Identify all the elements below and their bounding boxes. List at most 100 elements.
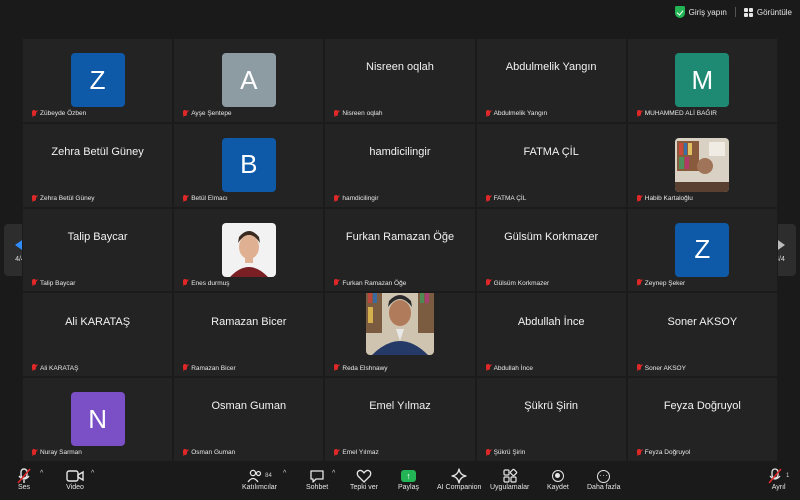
participants-options-chevron-icon[interactable]: ^ (283, 470, 286, 477)
participant-tile[interactable]: Abdullah İnce Abdullah İnce (475, 292, 627, 378)
participant-display-name: hamdicilingir (369, 145, 431, 158)
video-button[interactable]: Video (66, 468, 84, 491)
view-button[interactable]: Görüntüle (743, 7, 792, 17)
participant-display-name: FATMA ÇİL (523, 145, 579, 158)
meeting-toolbar: Ses ^ Video ^ 84 Katılımcılar ^ Sohbet ^… (0, 464, 800, 500)
participant-tile[interactable]: Furkan Ramazan Öğe Furkan Ramazan Öğe (324, 207, 476, 293)
participant-name: Osman Guman (191, 449, 236, 457)
participant-tile[interactable]: Ramazan Bicer Ramazan Bicer (173, 292, 325, 378)
reactions-button[interactable]: Tepki ver (350, 468, 378, 491)
participant-nameplate: Ali KARATAŞ (31, 364, 78, 372)
mic-muted-icon (31, 448, 37, 457)
chat-options-chevron-icon[interactable]: ^ (332, 470, 335, 477)
more-button[interactable]: ··· Daha fazla (587, 468, 620, 491)
audio-label: Ses (17, 484, 31, 491)
participant-nameplate: Furkan Ramazan Öğe (333, 279, 406, 287)
participant-nameplate: Habib Kartaloğlu (636, 194, 693, 203)
participant-tile[interactable]: Z Zeynep Şeker (626, 207, 778, 293)
participant-nameplate: Nuray Sarman (31, 448, 82, 457)
share-button[interactable]: ↑ Paylaş (398, 468, 419, 491)
participant-tile[interactable]: Osman Guman Osman Guman (173, 377, 325, 462)
participant-tile[interactable]: Nisreen oqlah Nisreen oqlah (324, 38, 476, 123)
participant-display-name: Abdulmelik Yangın (505, 61, 597, 74)
participant-display-name: Soner AKSOY (667, 315, 738, 328)
divider (734, 7, 736, 17)
participant-name: Habib Kartaloğlu (644, 195, 693, 203)
participant-nameplate: Soner AKSOY (636, 364, 686, 372)
participant-tile[interactable]: Feyza Doğruyol Feyza Doğruyol (626, 377, 778, 462)
participants-button[interactable]: 84 Katılımcılar (242, 468, 277, 491)
participant-tile[interactable]: N Nuray Sarman (22, 377, 174, 462)
participant-display-name: Emel Yılmaz (369, 400, 431, 413)
participant-nameplate: hamdicilingir (333, 194, 379, 203)
participant-display-name: Feyza Doğruyol (663, 400, 741, 413)
participant-name: Reda Elshnawy (342, 364, 388, 372)
video-gallery: Z Zübeyde Özben A Ayşe Şentepe Nisreen oqlah… (22, 38, 778, 462)
participant-name: Zübeyde Özben (40, 110, 87, 118)
audio-button[interactable]: Ses (17, 468, 31, 491)
participant-tile[interactable]: Zehra Betül Güney Zehra Betül Güney (22, 122, 174, 208)
ai-companion-button[interactable]: AI Companion (437, 468, 481, 491)
view-label: Görüntüle (756, 7, 792, 17)
leave-button[interactable]: 1 Ayrıl (768, 468, 789, 491)
participant-tile[interactable]: Emel Yılmaz Emel Yılmaz (324, 377, 476, 462)
participant-tile[interactable]: Talip Baycar Talip Baycar (22, 207, 174, 293)
mic-muted-icon (636, 109, 642, 118)
participant-nameplate: Enes durmuş (182, 279, 229, 287)
participant-name: Ramazan Bicer (191, 364, 236, 372)
mic-muted-icon (182, 194, 188, 203)
participant-nameplate: Şükrü Şirin (485, 448, 525, 457)
participant-name: hamdicilingir (342, 195, 379, 203)
participant-tile[interactable]: Reda Elshnawy (324, 292, 476, 378)
share-label: Paylaş (398, 484, 420, 491)
participant-tile[interactable]: Şükrü Şirin Şükrü Şirin (475, 377, 627, 462)
sign-in-button[interactable]: Giriş yapın (674, 6, 727, 18)
participant-tile[interactable]: Abdulmelik Yangın Abdulmelik Yangın (475, 38, 627, 123)
participant-name: Abdullah İnce (493, 364, 533, 372)
chat-bubble-icon (309, 468, 325, 484)
participant-nameplate: Ayşe Şentepe (182, 109, 232, 118)
mic-muted-icon (636, 448, 642, 457)
participant-tile[interactable]: Gülsüm Korkmazer Gülsüm Korkmazer (475, 207, 627, 293)
participant-tile[interactable]: Habib Kartaloğlu (626, 122, 778, 208)
avatar: Z (675, 222, 730, 277)
participant-name: Zeynep Şeker (644, 279, 686, 287)
video-label: Video (66, 484, 84, 491)
participant-tile[interactable]: hamdicilingir hamdicilingir (324, 122, 476, 208)
chat-button[interactable]: Sohbet (306, 468, 328, 491)
participant-tile[interactable]: FATMA ÇİL FATMA ÇİL (475, 122, 627, 208)
participant-display-name: Ramazan Bicer (211, 315, 287, 328)
heart-icon (356, 468, 372, 484)
record-label: Kaydet (547, 484, 569, 491)
participant-tile[interactable]: Enes durmuş (173, 207, 325, 293)
participant-tile[interactable]: B Betül Elmacı (173, 122, 325, 208)
sign-in-label: Giriş yapın (688, 7, 727, 17)
participant-nameplate: Nisreen oqlah (333, 109, 382, 118)
participant-display-name: Şükrü Şirin (524, 400, 579, 413)
mic-muted-icon (333, 279, 339, 287)
mic-muted-icon (17, 468, 31, 484)
participant-display-name: Abdullah İnce (517, 315, 585, 328)
participant-tile[interactable]: Soner AKSOY Soner AKSOY (626, 292, 778, 378)
record-button[interactable]: Kaydet (547, 468, 569, 491)
participant-name: Feyza Doğruyol (644, 449, 691, 457)
audio-options-chevron-icon[interactable]: ^ (40, 470, 43, 477)
mic-muted-icon (485, 364, 491, 372)
share-screen-icon: ↑ (401, 468, 416, 484)
participant-tile[interactable]: Z Zübeyde Özben (22, 38, 174, 123)
participant-nameplate: MUHAMMED ALİ BAĞIR (636, 109, 717, 118)
video-options-chevron-icon[interactable]: ^ (91, 470, 94, 477)
participant-display-name: Gülsüm Korkmazer (504, 230, 599, 243)
participant-nameplate: Osman Guman (182, 448, 236, 457)
participant-nameplate: Gülsüm Korkmazer (485, 279, 549, 287)
participant-name: FATMA ÇİL (493, 195, 527, 203)
participant-nameplate: Abdullah İnce (485, 364, 533, 372)
participant-tile[interactable]: A Ayşe Şentepe (173, 38, 325, 123)
participant-tile[interactable]: Ali KARATAŞ Ali KARATAŞ (22, 292, 174, 378)
participant-tile[interactable]: M MUHAMMED ALİ BAĞIR (626, 38, 778, 123)
participant-name: Emel Yılmaz (342, 449, 379, 457)
participants-icon: 84 (247, 468, 272, 484)
apps-button[interactable]: Uygulamalar (490, 468, 529, 491)
more-label: Daha fazla (587, 484, 621, 491)
video-feed (675, 137, 730, 192)
